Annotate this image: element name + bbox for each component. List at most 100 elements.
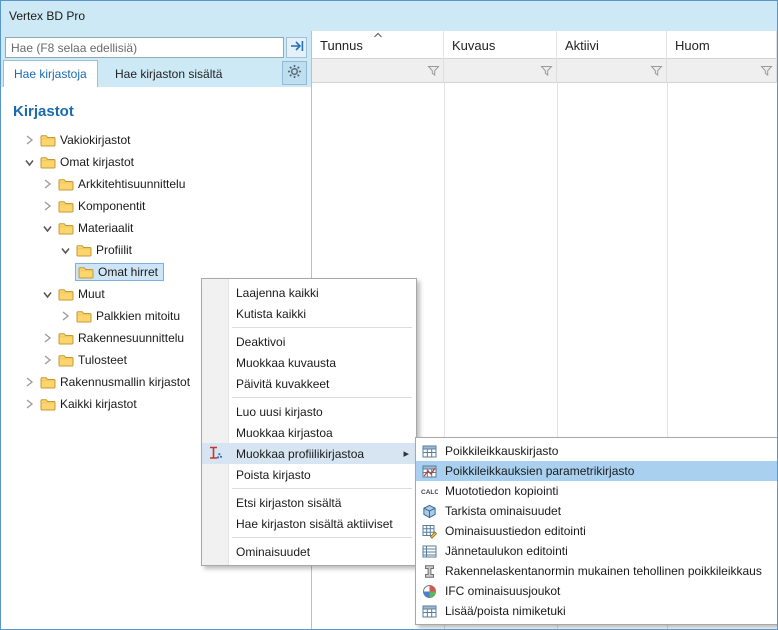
filter-cell-tunnus[interactable] bbox=[312, 59, 444, 83]
tree-item-vakiokirjastot[interactable]: Vakiokirjastot bbox=[1, 129, 311, 151]
table-edit-icon bbox=[421, 523, 438, 539]
app-window: Vertex BD Pro Hae kirjastoja Hae kirjast… bbox=[0, 0, 778, 630]
submenu-item-label: Tarkista ominaisuudet bbox=[445, 504, 562, 518]
submenu-item-tarkista-ominaisuudet[interactable]: Tarkista ominaisuudet bbox=[416, 501, 777, 521]
menu-item-etsi-kirjaston-sisalta[interactable]: Etsi kirjaston sisältä bbox=[202, 492, 416, 513]
folder-icon bbox=[76, 310, 92, 323]
chevron-down-icon[interactable] bbox=[21, 157, 37, 168]
profile-library-submenu: Poikkileikkauskirjasto Poikkileikkauksien… bbox=[415, 437, 777, 625]
go-arrow-icon bbox=[290, 40, 304, 55]
search-input[interactable] bbox=[5, 37, 284, 58]
tree-item-body: Materiaalit bbox=[55, 219, 139, 237]
submenu-item-label: Ominaisuustiedon editointi bbox=[445, 524, 586, 538]
column-header-kuvaus[interactable]: Kuvaus bbox=[444, 31, 557, 59]
column-header-tunnus[interactable]: Tunnus bbox=[312, 31, 444, 59]
tab-hae-kirjaston-sisalta[interactable]: Hae kirjaston sisältä bbox=[105, 62, 232, 86]
tree-item-arkkitehtisuunnittelu[interactable]: Arkkitehtisuunnittelu bbox=[1, 173, 311, 195]
tree-item-label: Omat kirjastot bbox=[60, 155, 135, 169]
folder-icon bbox=[78, 266, 94, 279]
submenu-arrow-icon: ▸ bbox=[403, 448, 409, 460]
submenu-item-lisaa-poista-nimiketuki[interactable]: Lisää/poista nimiketuki bbox=[416, 601, 777, 621]
chevron-down-icon[interactable] bbox=[39, 223, 55, 234]
chevron-right-icon[interactable] bbox=[21, 134, 37, 146]
menu-item-deaktivoi[interactable]: Deaktivoi bbox=[202, 331, 416, 352]
submenu-item-poikkileikkauskirjasto[interactable]: Poikkileikkauskirjasto bbox=[416, 441, 777, 461]
column-header-aktiivi[interactable]: Aktiivi bbox=[557, 31, 667, 59]
menu-item-laajenna-kaikki[interactable]: Laajenna kaikki bbox=[202, 282, 416, 303]
tree-item-omat-kirjastot[interactable]: Omat kirjastot bbox=[1, 151, 311, 173]
tab-hae-kirjastoja[interactable]: Hae kirjastoja bbox=[3, 60, 98, 87]
menu-item-label: Poista kirjasto bbox=[236, 467, 311, 482]
folder-icon bbox=[58, 200, 74, 213]
submenu-item-rakennelaskentanormin-mukainen-tehollinen-poikkileikkaus[interactable]: Rakennelaskentanormin mukainen teholline… bbox=[416, 561, 777, 581]
tree-item-profiilit[interactable]: Profiilit bbox=[1, 239, 311, 261]
folder-icon bbox=[58, 354, 74, 367]
column-label: Tunnus bbox=[320, 37, 363, 53]
submenu-item-label: Jännetaulukon editointi bbox=[445, 544, 568, 558]
menu-item-paivita-kuvakkeet[interactable]: Päivitä kuvakkeet bbox=[202, 373, 416, 394]
sort-asc-icon bbox=[373, 32, 383, 38]
menu-item-label: Luo uusi kirjasto bbox=[236, 404, 323, 419]
folder-icon bbox=[58, 288, 74, 301]
submenu-item-label: Poikkileikkauskirjasto bbox=[445, 444, 559, 458]
menu-item-luo-uusi-kirjasto[interactable]: Luo uusi kirjasto bbox=[202, 401, 416, 422]
chevron-right-icon[interactable] bbox=[39, 178, 55, 190]
submenu-item-muototiedon-kopiointi[interactable]: CALC Muototiedon kopiointi bbox=[416, 481, 777, 501]
folder-icon bbox=[58, 222, 74, 235]
tree-item-materiaalit[interactable]: Materiaalit bbox=[1, 217, 311, 239]
chevron-right-icon[interactable] bbox=[21, 376, 37, 388]
chevron-right-icon[interactable] bbox=[39, 200, 55, 212]
folder-icon bbox=[40, 376, 56, 389]
menu-item-muokkaa-kuvausta[interactable]: Muokkaa kuvausta bbox=[202, 352, 416, 373]
menu-separator bbox=[202, 394, 416, 401]
menu-item-label: Hae kirjaston sisältä aktiiviset bbox=[236, 516, 393, 531]
chevron-right-icon[interactable] bbox=[21, 398, 37, 410]
menu-item-ominaisuudet[interactable]: Ominaisuudet bbox=[202, 541, 416, 562]
filter-icon[interactable] bbox=[427, 65, 440, 78]
chevron-right-icon[interactable] bbox=[39, 332, 55, 344]
tree-item-komponentit[interactable]: Komponentit bbox=[1, 195, 311, 217]
chevron-right-icon[interactable] bbox=[57, 310, 73, 322]
submenu-item-jannetaulukon-editointi[interactable]: Jännetaulukon editointi bbox=[416, 541, 777, 561]
tree-item-body: Rakennusmallin kirjastot bbox=[37, 373, 196, 391]
folder-icon bbox=[58, 178, 74, 191]
column-label: Aktiivi bbox=[565, 37, 599, 53]
filter-icon[interactable] bbox=[650, 65, 663, 78]
tree-selection: Omat hirret bbox=[75, 263, 165, 281]
menu-item-muokkaa-kirjastoa[interactable]: Muokkaa kirjastoa bbox=[202, 422, 416, 443]
submenu-item-poikkileikkauksien-parametrikirjasto[interactable]: Poikkileikkauksien parametrikirjasto bbox=[416, 461, 777, 481]
search-go-button[interactable] bbox=[286, 37, 307, 58]
submenu-item-ifc-ominaisuusjoukot[interactable]: IFC ominaisuusjoukot bbox=[416, 581, 777, 601]
span-table-icon bbox=[421, 543, 438, 559]
tree-item-body: Komponentit bbox=[55, 197, 151, 215]
tree-item-body: Profiilit bbox=[73, 241, 138, 259]
submenu-item-label: Lisää/poista nimiketuki bbox=[445, 604, 566, 618]
settings-button[interactable] bbox=[282, 61, 307, 85]
chevron-down-icon[interactable] bbox=[57, 245, 73, 256]
tree-item-body: Tulosteet bbox=[55, 351, 133, 369]
menu-item-hae-kirjaston-sisalta-aktiiviset[interactable]: Hae kirjaston sisältä aktiiviset bbox=[202, 513, 416, 534]
menu-item-label: Ominaisuudet bbox=[236, 544, 311, 559]
item-grid-icon bbox=[421, 603, 438, 619]
column-label: Kuvaus bbox=[452, 37, 496, 53]
profile-library-edit-icon bbox=[207, 445, 223, 461]
filter-cell-aktiivi[interactable] bbox=[557, 59, 667, 83]
filter-cell-huom[interactable] bbox=[667, 59, 777, 83]
filter-cell-kuvaus[interactable] bbox=[444, 59, 557, 83]
filter-icon[interactable] bbox=[540, 65, 553, 78]
filter-icon[interactable] bbox=[760, 65, 773, 78]
cube-icon bbox=[421, 503, 438, 519]
tree-item-label: Profiilit bbox=[96, 243, 133, 257]
menu-item-kutista-kaikki[interactable]: Kutista kaikki bbox=[202, 303, 416, 324]
folder-icon bbox=[76, 244, 92, 257]
submenu-item-ominaisuustiedon-editointi[interactable]: Ominaisuustiedon editointi bbox=[416, 521, 777, 541]
tree-item-label: Tulosteet bbox=[78, 353, 127, 367]
submenu-item-label: Poikkileikkauksien parametrikirjasto bbox=[445, 464, 635, 478]
chevron-down-icon[interactable] bbox=[39, 289, 55, 300]
menu-item-poista-kirjasto[interactable]: Poista kirjasto bbox=[202, 464, 416, 485]
chevron-right-icon[interactable] bbox=[39, 354, 55, 366]
menu-item-muokkaa-profiilikirjastoa[interactable]: Muokkaa profiilikirjastoa ▸ bbox=[202, 443, 416, 464]
menu-item-label: Etsi kirjaston sisältä bbox=[236, 495, 342, 510]
submenu-item-label: IFC ominaisuusjoukot bbox=[445, 584, 561, 598]
column-header-huom[interactable]: Huom bbox=[667, 31, 777, 59]
